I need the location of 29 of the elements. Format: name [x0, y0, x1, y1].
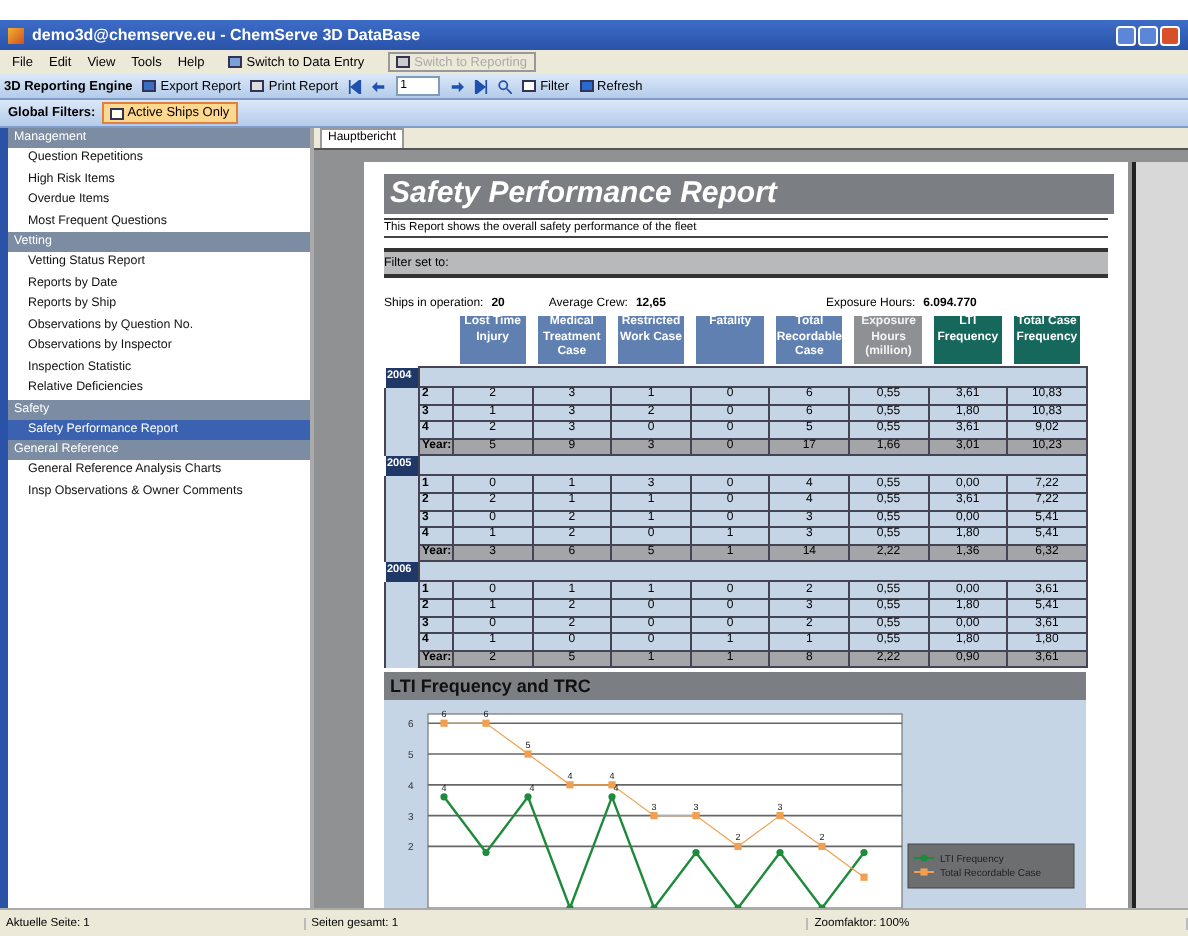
point — [860, 849, 868, 857]
zoom-icon[interactable] — [498, 79, 513, 93]
point — [734, 843, 742, 851]
point — [776, 812, 784, 820]
point — [650, 812, 658, 820]
point — [482, 849, 490, 857]
point — [524, 793, 532, 802]
chart-heading: LTI Frequency and TRC — [384, 672, 1086, 701]
minimize-button[interactable] — [1116, 25, 1136, 45]
point — [776, 849, 784, 857]
previous-page-icon[interactable] — [372, 79, 387, 93]
window-title: demo3d@chemserve.eu - ChemServe 3D DataBase — [32, 26, 421, 44]
point — [440, 720, 448, 728]
first-page-icon[interactable] — [348, 79, 363, 93]
next-page-icon[interactable] — [450, 79, 465, 93]
point — [818, 843, 826, 851]
point — [482, 720, 490, 728]
point — [692, 812, 700, 820]
point — [608, 793, 616, 802]
point — [692, 849, 700, 857]
maximize-button[interactable] — [1138, 25, 1158, 45]
last-page-icon[interactable] — [474, 79, 489, 93]
point — [566, 781, 574, 790]
point — [440, 793, 448, 802]
close-button[interactable] — [1160, 25, 1180, 45]
report-title: Safety Performance Report — [384, 174, 1114, 214]
point — [860, 874, 868, 882]
app-icon — [8, 27, 24, 43]
point — [524, 751, 532, 759]
